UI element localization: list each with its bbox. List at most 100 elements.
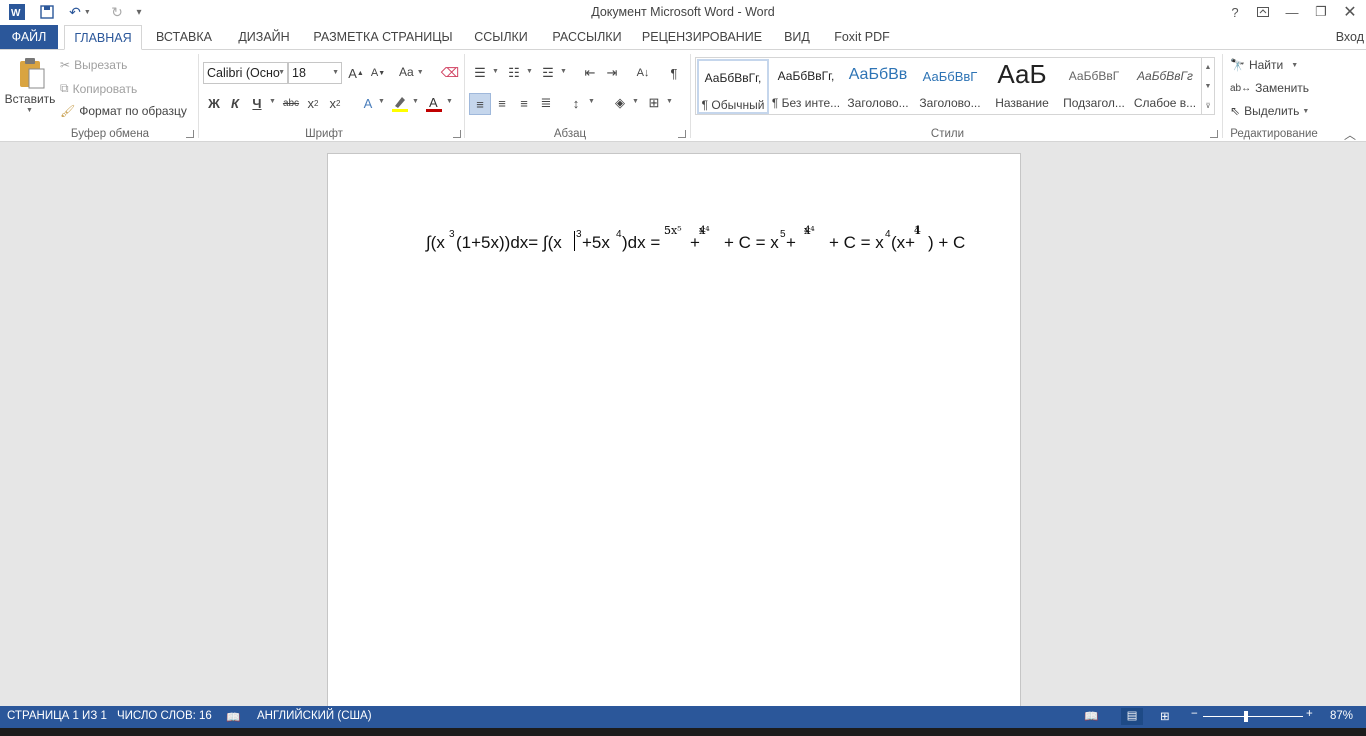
grow-font-icon[interactable]: A ▲ [346, 63, 366, 83]
chevron-down-icon[interactable]: ▼ [560, 68, 567, 75]
cut-button[interactable]: ✂ Вырезать [60, 58, 127, 72]
tab-review[interactable]: РЕЦЕНЗИРОВАНИЕ [640, 25, 764, 49]
font-size-combo[interactable]: 18 ▼ [288, 62, 342, 84]
document-page[interactable]: ∫(x 3 (1+5x))dx= ∫(x 3 +5x 4 )dx = 5x⁵ 5 … [327, 153, 1021, 706]
style-subtitle[interactable]: АаБбВвГ Подзагол... [1058, 59, 1130, 114]
style-subtle-emphasis[interactable]: АаБбВвГг Слабое в... [1130, 59, 1200, 114]
style-normal[interactable]: АаБбВвГг, ¶ Обычный [697, 59, 769, 114]
paste-icon[interactable] [12, 56, 52, 92]
copy-button[interactable]: ⧉ Копировать [60, 81, 137, 96]
highlight-color-icon[interactable] [390, 93, 410, 113]
title-bar: W ↶ ▼ ↻ ▾ Документ Microsoft Word - Word … [0, 0, 1366, 25]
select-button[interactable]: ⇖ Выделить ▼ [1230, 104, 1309, 118]
style-no-spacing[interactable]: АаБбВвГг, ¶ Без инте... [770, 59, 842, 114]
tab-insert[interactable]: ВСТАВКА [150, 25, 218, 49]
increase-indent-icon[interactable]: ⇥ [602, 63, 622, 83]
taskbar [0, 728, 1366, 736]
paragraph-launcher-icon[interactable] [678, 130, 686, 138]
zoom-slider-thumb[interactable] [1243, 711, 1248, 722]
chevron-down-icon[interactable]: ▼ [446, 98, 453, 105]
paste-dropdown-icon[interactable]: ▼ [26, 107, 33, 114]
print-layout-icon[interactable]: ▤ [1121, 708, 1143, 725]
chevron-down-icon[interactable]: ▼ [666, 98, 673, 105]
help-button[interactable]: ? [1223, 2, 1247, 22]
line-spacing-icon[interactable]: ↕ [566, 93, 586, 113]
bullets-icon[interactable]: ☰ [470, 63, 490, 83]
borders-icon[interactable]: ⊞ [644, 93, 664, 113]
align-right-icon[interactable]: ≡ [514, 93, 534, 113]
language-indicator[interactable]: АНГЛИЙСКИЙ (США) [257, 710, 372, 722]
web-layout-icon[interactable]: ⊞ [1160, 709, 1170, 723]
tab-view[interactable]: ВИД [776, 25, 818, 49]
chevron-down-icon[interactable]: ▼ [378, 98, 385, 105]
word-count[interactable]: ЧИСЛО СЛОВ: 16 [117, 710, 212, 722]
superscript-icon[interactable]: x2 [325, 93, 345, 113]
style-heading-1[interactable]: АаБбВв Заголово... [842, 59, 914, 114]
close-icon[interactable]: ✕ [1338, 2, 1362, 22]
chevron-down-icon[interactable]: ▼ [526, 68, 533, 75]
restore-icon[interactable]: ❐ [1309, 2, 1333, 22]
chevron-down-icon[interactable]: ▼ [588, 98, 595, 105]
paintbrush-icon: 🖌 [60, 104, 76, 118]
paste-button[interactable]: Вставить [4, 92, 56, 106]
sort-icon[interactable]: A↓ [633, 63, 653, 83]
clipboard-group-label: Буфер обмена [70, 128, 150, 140]
gallery-scroll-down-icon[interactable]: ▼ [1201, 77, 1214, 96]
equation-line[interactable]: ∫(x 3 (1+5x))dx= ∫(x 3 +5x 4 )dx = 5x⁵ 5 … [426, 224, 986, 267]
font-color-icon[interactable]: A [424, 93, 444, 113]
format-painter-button[interactable]: 🖌 Формат по образцу [60, 104, 187, 118]
font-name-combo[interactable]: Calibri (Осно ▼ [203, 62, 288, 84]
collapse-ribbon-icon[interactable]: ︿ [1344, 126, 1356, 143]
gallery-scroll-up-icon[interactable]: ▲ [1201, 58, 1214, 77]
document-area: ∫(x 3 (1+5x))dx= ∫(x 3 +5x 4 )dx = 5x⁵ 5 … [0, 143, 1366, 706]
style-heading-2[interactable]: АаБбВвГ Заголово... [914, 59, 986, 114]
align-center-icon[interactable]: ≡ [492, 93, 512, 113]
clipboard-launcher-icon[interactable] [186, 130, 194, 138]
find-button[interactable]: 🔭 Найти ▼ [1230, 58, 1298, 72]
underline-dropdown-icon[interactable]: ▼ [269, 98, 276, 105]
page-count[interactable]: СТРАНИЦА 1 ИЗ 1 [7, 710, 107, 722]
bold-button[interactable]: Ж [204, 93, 224, 113]
subscript-icon[interactable]: x2 [303, 93, 323, 113]
zoom-out-icon[interactable]: − [1191, 708, 1198, 720]
chevron-down-icon[interactable]: ▼ [492, 68, 499, 75]
minimize-icon[interactable]: — [1280, 2, 1304, 22]
tab-foxit-pdf[interactable]: Foxit PDF [830, 25, 894, 49]
tab-home[interactable]: ГЛАВНАЯ [64, 25, 142, 50]
proofing-icon[interactable]: 📖 [226, 710, 240, 724]
italic-button[interactable]: К [225, 93, 245, 113]
replace-button[interactable]: ab↔ Заменить [1230, 81, 1309, 95]
underline-button[interactable]: Ч [247, 93, 267, 113]
styles-launcher-icon[interactable] [1210, 130, 1218, 138]
tab-design[interactable]: ДИЗАЙН [230, 25, 298, 49]
ribbon-display-options-icon[interactable] [1251, 2, 1275, 22]
text-effects-icon[interactable]: A [358, 93, 378, 113]
style-title[interactable]: АаБ Название [986, 59, 1058, 114]
chevron-down-icon[interactable]: ▼ [412, 98, 419, 105]
align-left-icon[interactable]: ≡ [469, 93, 491, 115]
tab-file[interactable]: ФАЙЛ [0, 25, 58, 49]
tab-page-layout[interactable]: РАЗМЕТКА СТРАНИЦЫ [310, 25, 456, 49]
font-launcher-icon[interactable] [453, 130, 461, 138]
strikethrough-button[interactable]: abc [281, 93, 301, 113]
group-separator [198, 54, 199, 138]
show-formatting-marks-icon[interactable]: ¶ [664, 63, 684, 83]
styles-gallery: АаБбВвГг, ¶ Обычный АаБбВвГг, ¶ Без инте… [695, 57, 1215, 115]
clear-formatting-icon[interactable]: ⌫ [440, 63, 460, 83]
justify-icon[interactable]: ≣ [536, 93, 556, 113]
zoom-level[interactable]: 87% [1330, 710, 1353, 722]
multilevel-list-icon[interactable]: ☲ [538, 63, 558, 83]
shrink-font-icon[interactable]: A ▼ [368, 63, 388, 83]
tab-references[interactable]: ССЫЛКИ [468, 25, 534, 49]
shading-icon[interactable]: ◈ [610, 93, 630, 113]
zoom-slider[interactable] [1203, 716, 1303, 717]
tab-mailings[interactable]: РАССЫЛКИ [546, 25, 628, 49]
zoom-in-icon[interactable]: + [1306, 708, 1313, 720]
decrease-indent-icon[interactable]: ⇤ [580, 63, 600, 83]
change-case-button[interactable]: Aa ▼ [399, 65, 424, 79]
read-mode-icon[interactable]: 📖 [1084, 709, 1098, 723]
gallery-more-icon[interactable]: ⊽ [1201, 96, 1214, 115]
numbering-icon[interactable]: ☷ [504, 63, 524, 83]
sign-in-link[interactable]: Вход [1336, 25, 1364, 49]
chevron-down-icon[interactable]: ▼ [632, 98, 639, 105]
